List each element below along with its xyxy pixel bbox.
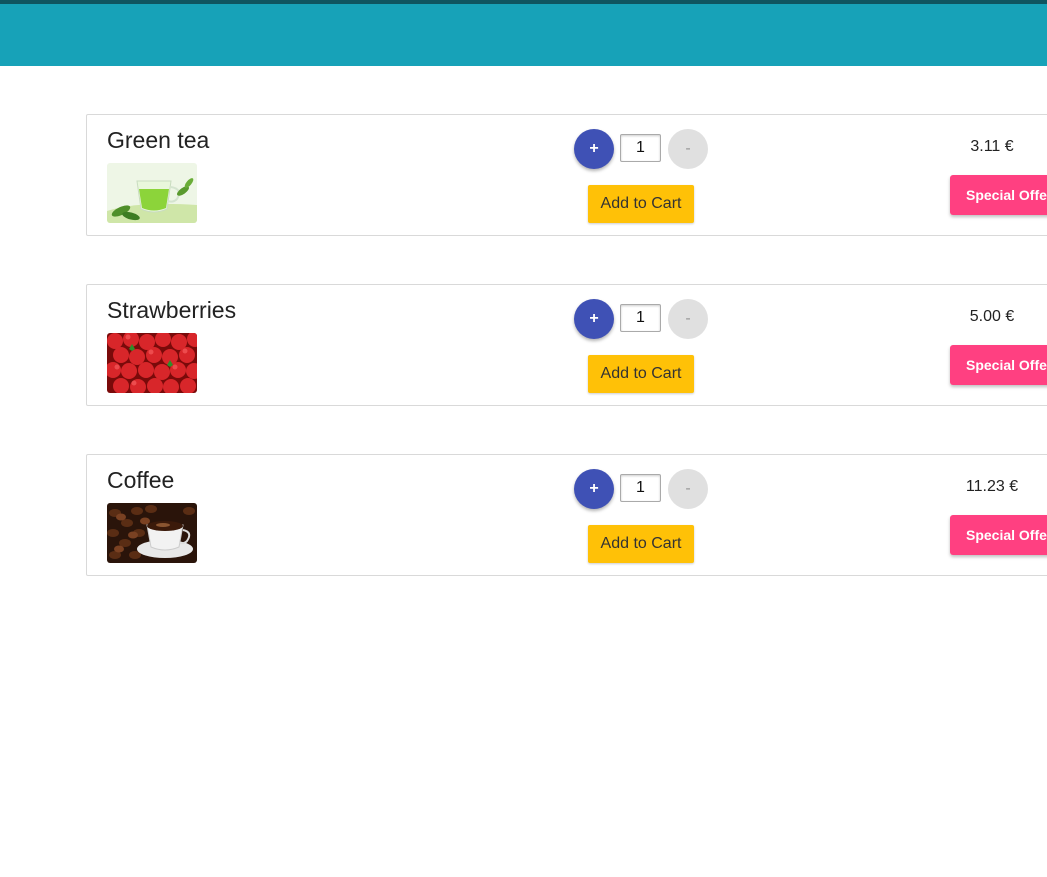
top-app-bar <box>0 0 1047 66</box>
product-list: Green tea + - Add to Cart 3.11 € Special… <box>86 114 1047 624</box>
product-card: Strawberries + 1 - Add to Cart 5.00 € Sp… <box>86 284 1047 406</box>
special-offer-button[interactable]: Special Offer <box>950 515 1047 555</box>
decrease-quantity-button[interactable]: - <box>668 469 708 509</box>
quantity-input[interactable] <box>620 134 661 162</box>
strawberries-image <box>107 333 197 393</box>
quantity-stepper: + - <box>574 299 714 339</box>
green-tea-image <box>107 163 197 223</box>
special-offer-button[interactable]: Special Offer <box>950 345 1047 385</box>
product-name: Coffee <box>107 467 175 493</box>
product-card: Green tea + - Add to Cart 3.11 € Special… <box>86 114 1047 236</box>
product-price: 5.00 € <box>969 308 1015 325</box>
product-price: 11.23 € <box>965 478 1019 495</box>
increase-quantity-button[interactable]: + <box>574 299 614 339</box>
special-offer-button[interactable]: Special Offer <box>950 175 1047 215</box>
increase-quantity-button[interactable]: + <box>574 129 614 169</box>
product-card: Coffee + 1 - Add to Cart 11.23 € Special… <box>86 454 1047 576</box>
quantity-input[interactable] <box>620 304 661 332</box>
quantity-stepper: + - <box>574 129 714 169</box>
product-name: Strawberries <box>107 297 237 323</box>
add-to-cart-button[interactable]: Add to Cart <box>588 525 694 563</box>
coffee-image <box>107 503 197 563</box>
product-name: Green tea <box>107 127 210 153</box>
quantity-input[interactable] <box>620 474 661 502</box>
decrease-quantity-button[interactable]: - <box>668 299 708 339</box>
decrease-quantity-button[interactable]: - <box>668 129 708 169</box>
add-to-cart-button[interactable]: Add to Cart <box>588 355 694 393</box>
quantity-stepper: + - <box>574 469 714 509</box>
product-price: 3.11 € <box>970 138 1014 155</box>
increase-quantity-button[interactable]: + <box>574 469 614 509</box>
add-to-cart-button[interactable]: Add to Cart <box>588 185 694 223</box>
